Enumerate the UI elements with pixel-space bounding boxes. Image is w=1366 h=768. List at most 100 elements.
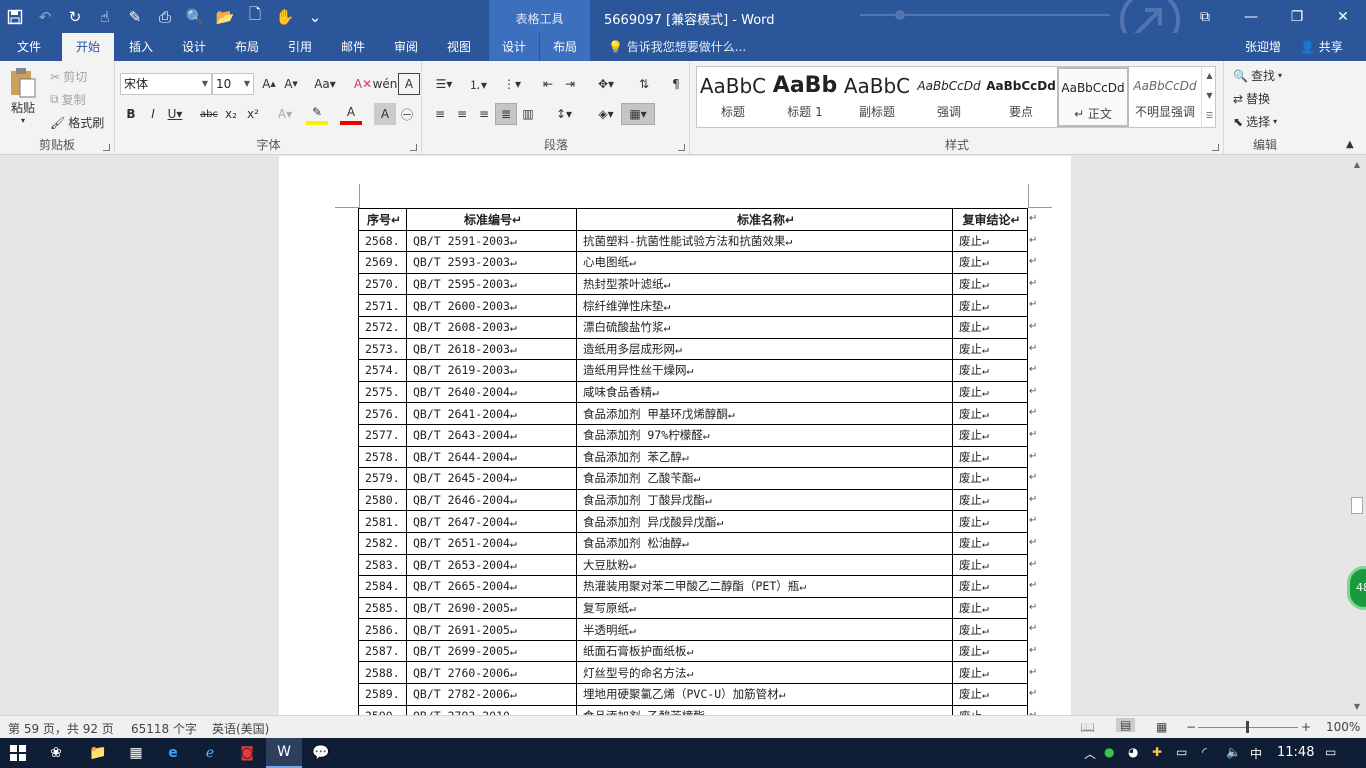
floating-badge[interactable]: 48 bbox=[1347, 566, 1366, 610]
style-strong[interactable]: AaBbCcDd 要点 bbox=[985, 67, 1057, 127]
paste-button[interactable]: 粘贴 ▾ bbox=[8, 67, 38, 125]
user-name[interactable]: 张迎增 bbox=[1245, 33, 1281, 61]
style-normal[interactable]: AaBbCcDd ↵ 正文 bbox=[1057, 67, 1129, 127]
underline-icon[interactable]: U▾ bbox=[164, 103, 186, 125]
standard-name-cell[interactable]: 抗菌塑料-抗菌性能试验方法和抗菌效果↵ bbox=[576, 229, 953, 253]
standard-code-cell[interactable]: QB/T 2690-2005↵ bbox=[406, 596, 577, 620]
select-button[interactable]: ⬉ 选择 ▾ bbox=[1233, 113, 1277, 130]
standard-name-cell[interactable]: 食品添加剂 异戊酸异戊酯↵ bbox=[576, 510, 953, 533]
column-header[interactable]: 标准名称↵ bbox=[576, 208, 953, 231]
show-marks-icon[interactable]: ¶ bbox=[665, 73, 687, 95]
volume-icon[interactable]: 🔈 bbox=[1226, 745, 1241, 759]
print-layout-icon[interactable]: ▤ bbox=[1116, 718, 1136, 732]
review-result-cell[interactable]: 废止↵ bbox=[952, 683, 1028, 706]
serial-cell[interactable]: 2582. bbox=[358, 531, 407, 555]
standard-name-cell[interactable]: 食品添加剂 97%柠檬醛↵ bbox=[576, 423, 953, 447]
review-result-cell[interactable]: 废止↵ bbox=[952, 618, 1028, 641]
standard-code-cell[interactable]: QB/T 2591-2003↵ bbox=[406, 229, 577, 253]
standard-code-cell[interactable]: QB/T 2651-2004↵ bbox=[406, 531, 577, 555]
standard-name-cell[interactable]: 热封型茶叶滤纸↵ bbox=[576, 272, 953, 296]
clear-formatting-icon[interactable]: A✕ bbox=[352, 73, 374, 95]
cut-button[interactable]: ✂ 剪切 bbox=[50, 68, 87, 85]
app-icon[interactable]: ◙ bbox=[229, 738, 265, 768]
serial-cell[interactable]: 2579. bbox=[358, 467, 407, 490]
battery-icon[interactable]: ▭ bbox=[1176, 745, 1187, 759]
borders-icon[interactable]: ▦▾ bbox=[621, 103, 655, 125]
review-result-cell[interactable]: 废止↵ bbox=[952, 488, 1028, 512]
standard-name-cell[interactable]: 热灌装用聚对苯二甲酸乙二醇酯（PET）瓶↵ bbox=[576, 575, 953, 598]
serial-cell[interactable]: 2584. bbox=[358, 575, 407, 598]
clock[interactable]: 11:48 bbox=[1277, 745, 1314, 760]
read-mode-icon[interactable]: 📖 bbox=[1080, 720, 1095, 734]
tab-home[interactable]: 开始 bbox=[62, 33, 114, 61]
phonetic-guide-icon[interactable]: wén bbox=[373, 73, 398, 95]
serial-cell[interactable]: 2577. bbox=[358, 423, 407, 447]
decrease-indent-icon[interactable]: ⇤ bbox=[537, 73, 559, 95]
standard-code-cell[interactable]: QB/T 2644-2004↵ bbox=[406, 445, 577, 469]
serial-cell[interactable]: 2583. bbox=[358, 553, 407, 577]
chevron-down-icon[interactable]: ▼ bbox=[1202, 86, 1217, 106]
review-result-cell[interactable]: 废止↵ bbox=[952, 359, 1028, 382]
edit-icon[interactable]: ✎ bbox=[120, 2, 150, 32]
highlight-icon[interactable]: ✎ bbox=[306, 103, 328, 125]
edge-icon[interactable]: e bbox=[155, 738, 191, 768]
tab-mailings[interactable]: 邮件 bbox=[328, 33, 378, 61]
standard-name-cell[interactable]: 食品添加剂 乙酸苄酯↵ bbox=[576, 467, 953, 490]
align-center-icon[interactable]: ≡ bbox=[451, 103, 473, 125]
standard-code-cell[interactable]: QB/T 2665-2004↵ bbox=[406, 575, 577, 598]
text-effects-icon[interactable]: A▾ bbox=[274, 103, 296, 125]
serial-cell[interactable]: 2580. bbox=[358, 488, 407, 512]
standard-name-cell[interactable]: 复写原纸↵ bbox=[576, 596, 953, 620]
style-subtitle[interactable]: AaBbC 副标题 bbox=[841, 67, 913, 127]
tab-file[interactable]: 文件 bbox=[4, 33, 54, 61]
customize-qat-icon[interactable]: ⌄ bbox=[300, 2, 330, 32]
standard-code-cell[interactable]: QB/T 2608-2003↵ bbox=[406, 315, 577, 339]
standard-code-cell[interactable]: QB/T 2691-2005↵ bbox=[406, 618, 577, 641]
wechat-icon[interactable]: 💬 bbox=[303, 738, 339, 768]
zoom-slider-thumb[interactable] bbox=[1246, 721, 1249, 733]
serial-cell[interactable]: 2575. bbox=[358, 380, 407, 404]
style-subtle-emphasis[interactable]: AaBbCcDd 不明显强调 bbox=[1129, 67, 1201, 127]
sort-icon[interactable]: ⇅ bbox=[633, 73, 655, 95]
serial-cell[interactable]: 2578. bbox=[358, 445, 407, 469]
styles-launcher[interactable] bbox=[1212, 144, 1219, 151]
qq-tray-icon[interactable]: ◕ bbox=[1128, 745, 1138, 759]
find-button[interactable]: 🔍 查找 ▾ bbox=[1233, 67, 1282, 84]
numbering-icon[interactable]: ⒈▾ bbox=[463, 73, 493, 95]
column-header[interactable]: 复审结论↵ bbox=[952, 208, 1028, 231]
show-hidden-icons-icon[interactable]: ︿ bbox=[1084, 745, 1096, 762]
replace-button[interactable]: ⇄ 替换 bbox=[1233, 90, 1270, 107]
touch-icon[interactable]: ✋ bbox=[270, 2, 300, 32]
scroll-thumb[interactable] bbox=[1351, 497, 1363, 514]
serial-cell[interactable]: 2572. bbox=[358, 315, 407, 339]
review-result-cell[interactable]: 废止↵ bbox=[952, 467, 1028, 490]
file-explorer-icon[interactable]: 📁 bbox=[80, 738, 116, 768]
font-color-icon[interactable]: A bbox=[340, 103, 362, 125]
security-tray-icon[interactable]: ✚ bbox=[1152, 745, 1162, 759]
standard-code-cell[interactable]: QB/T 2653-2004↵ bbox=[406, 553, 577, 577]
maximize-button[interactable]: ❐ bbox=[1274, 0, 1320, 33]
review-result-cell[interactable]: 废止↵ bbox=[952, 445, 1028, 469]
redo-icon[interactable]: ↻ bbox=[60, 2, 90, 32]
review-result-cell[interactable]: 废止↵ bbox=[952, 553, 1028, 577]
serial-cell[interactable]: 2588. bbox=[358, 661, 407, 685]
wifi-icon[interactable]: ◜ bbox=[1202, 745, 1207, 759]
zoom-out-icon[interactable]: − bbox=[1186, 720, 1196, 734]
change-case-icon[interactable]: Aa▾ bbox=[310, 73, 340, 95]
standard-code-cell[interactable]: QB/T 2760-2006↵ bbox=[406, 661, 577, 685]
copy-button[interactable]: ⧉ 复制 bbox=[50, 91, 86, 108]
multilevel-list-icon[interactable]: ⋮▾ bbox=[497, 73, 527, 95]
review-result-cell[interactable]: 废止↵ bbox=[952, 294, 1028, 317]
standard-name-cell[interactable]: 纸面石膏板护面纸板↵ bbox=[576, 639, 953, 663]
serial-cell[interactable]: 2590. bbox=[358, 704, 407, 715]
italic-icon[interactable]: I bbox=[142, 103, 164, 125]
standard-code-cell[interactable]: QB/T 2645-2004↵ bbox=[406, 467, 577, 490]
tab-insert[interactable]: 插入 bbox=[116, 33, 166, 61]
review-result-cell[interactable]: 废止↵ bbox=[952, 704, 1028, 715]
paragraph-launcher[interactable] bbox=[678, 144, 685, 151]
standard-code-cell[interactable]: QB/T 2793-2010↵ bbox=[406, 704, 577, 715]
style-heading[interactable]: AaBbC 标题 bbox=[697, 67, 769, 127]
standard-code-cell[interactable]: QB/T 2646-2004↵ bbox=[406, 488, 577, 512]
serial-cell[interactable]: 2570. bbox=[358, 272, 407, 296]
tab-table-design[interactable]: 设计 bbox=[489, 33, 539, 61]
